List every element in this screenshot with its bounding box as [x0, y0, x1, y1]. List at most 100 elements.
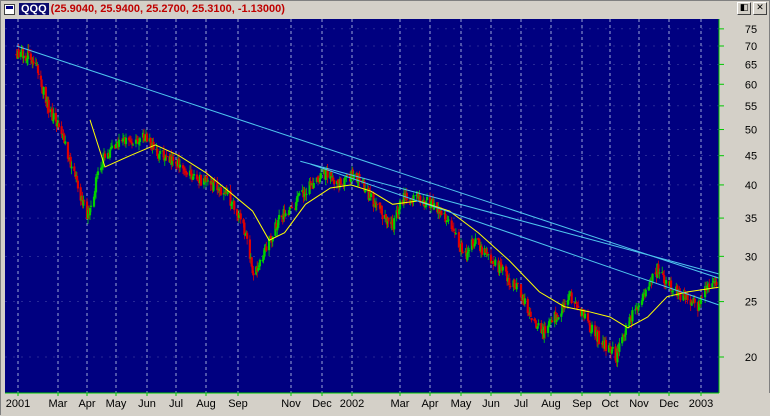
candle-up — [711, 283, 714, 288]
candle-up — [319, 173, 323, 179]
candle-up — [206, 180, 209, 182]
candle-down — [213, 181, 216, 183]
date-tick-label: Sep — [572, 398, 592, 410]
price-tick-label: 35 — [745, 213, 757, 225]
candle-down — [346, 174, 349, 176]
candle-down — [715, 281, 718, 286]
candle-down — [252, 273, 255, 276]
candle-up — [583, 313, 587, 319]
candle-down — [480, 246, 484, 255]
candle-up — [611, 347, 614, 349]
candle-up — [305, 193, 308, 195]
candle-down — [339, 178, 342, 185]
candle-up — [567, 295, 570, 301]
candle-down — [586, 313, 590, 321]
price-tick-label: 55 — [745, 101, 757, 113]
candle-up — [664, 280, 668, 284]
candle-up — [192, 174, 196, 176]
candle-down — [333, 180, 336, 185]
candle-down — [32, 61, 35, 63]
candle-up — [454, 233, 457, 235]
date-tick-label: May — [106, 398, 127, 410]
candle-up — [672, 290, 675, 292]
candle-up — [501, 266, 504, 271]
candle-up — [369, 193, 373, 198]
candle-up — [52, 113, 55, 120]
candle-up — [298, 193, 301, 196]
candle-down — [199, 174, 203, 186]
candle-down — [73, 166, 76, 171]
date-tick-label: Aug — [196, 398, 216, 410]
price-tick-label: 25 — [745, 297, 757, 309]
date-tick-label: Jul — [169, 398, 183, 410]
plot-area — [5, 19, 719, 393]
candle-up — [138, 138, 142, 142]
candle-up — [258, 259, 262, 267]
date-tick-label: Aug — [541, 398, 561, 410]
candle-up — [487, 254, 490, 256]
date-tick-label: Nov — [281, 398, 301, 410]
candle-up — [42, 87, 45, 95]
candle-up — [468, 250, 471, 252]
price-tick-label: 45 — [745, 151, 757, 163]
price-tick-label: 20 — [745, 352, 757, 364]
price-axis — [719, 19, 769, 393]
date-tick-label: Jun — [482, 398, 500, 410]
candle-down — [604, 340, 608, 352]
date-tick-label: Jul — [514, 398, 528, 410]
candle-up — [447, 219, 450, 221]
price-tick-label: 75 — [745, 24, 757, 36]
candle-up — [131, 144, 135, 146]
candle-down — [700, 297, 704, 299]
candle-up — [590, 324, 594, 333]
candle-up — [108, 149, 112, 158]
candle-down — [577, 306, 580, 308]
candle-down — [37, 73, 40, 75]
candle-up — [178, 164, 182, 168]
candle-down — [387, 217, 390, 222]
candle-down — [530, 318, 533, 321]
candle-up — [494, 259, 497, 266]
candle-up — [158, 151, 162, 154]
candle-up — [644, 289, 647, 297]
candle-up — [124, 137, 128, 145]
candle-down — [563, 303, 567, 305]
candle-down — [76, 180, 80, 189]
candle-up — [474, 238, 477, 245]
candle-down — [544, 326, 547, 334]
candle-down — [246, 232, 249, 239]
candle-up — [637, 305, 641, 308]
candle-up — [537, 323, 540, 326]
candle-up — [89, 205, 93, 207]
candle-up — [324, 169, 327, 180]
date-tick-label: Apr — [421, 398, 438, 410]
candle-up — [312, 183, 315, 188]
candle-up — [22, 55, 25, 59]
candle-up — [631, 310, 634, 322]
date-tick-label: Mar — [49, 398, 68, 410]
candle-down — [47, 99, 50, 113]
candle-down — [461, 252, 464, 254]
candle-down — [440, 211, 443, 215]
price-tick-label: 40 — [745, 180, 757, 192]
candle-down — [550, 320, 554, 323]
date-tick-label: Oct — [601, 398, 618, 410]
candle-down — [17, 49, 20, 58]
chart-window: QQQ (25.9040, 25.9400, 25.2700, 25.3100, … — [0, 0, 770, 415]
price-tick-label: 65 — [745, 59, 757, 71]
candle-down — [60, 126, 63, 135]
candle-up — [398, 200, 402, 210]
candle-down — [103, 153, 107, 158]
candle-up — [557, 317, 560, 320]
candle-down — [679, 291, 682, 301]
candle-up — [634, 309, 637, 311]
candle-down — [516, 282, 519, 284]
candle-up — [412, 195, 415, 202]
candle-down — [529, 311, 532, 317]
price-tick-label: 30 — [745, 251, 757, 263]
candle-down — [509, 285, 512, 287]
date-tick-label: Dec — [659, 398, 679, 410]
candle-down — [693, 298, 696, 303]
candle-down — [492, 261, 495, 265]
date-tick-label: Dec — [312, 398, 332, 410]
